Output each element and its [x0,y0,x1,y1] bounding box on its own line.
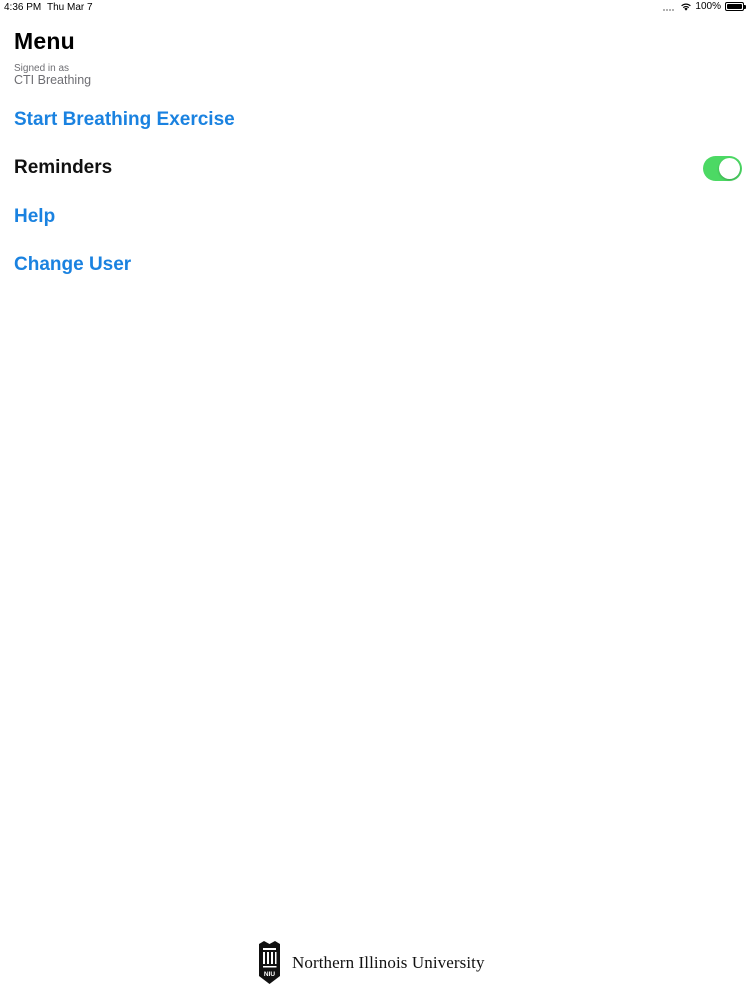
battery-icon [725,2,746,11]
university-name: Northern Illinois University [292,952,485,972]
status-date: Thu Mar 7 [47,2,93,13]
reminders-toggle[interactable] [703,156,742,181]
change-user-button[interactable]: Change User [14,254,131,276]
cellular-signal-icon [663,3,675,11]
battery-percentage: 100% [695,1,721,12]
status-indicators: 100% [663,1,746,12]
niu-seal-icon: NIU [259,941,280,984]
help-button[interactable]: Help [14,206,55,228]
start-breathing-exercise-button[interactable]: Start Breathing Exercise [14,109,235,131]
toggle-knob [719,158,740,179]
svg-text:NIU: NIU [264,971,276,978]
status-time: 4:36 PM [4,2,42,13]
reminders-label: Reminders [14,157,113,178]
signed-in-user-name: CTI Breathing [14,73,92,87]
status-bar: 4:36 PM Thu Mar 7 100% [0,0,750,16]
wifi-icon [681,3,692,11]
niu-logo: NIU Northern Illinois University [256,940,485,985]
page-title: Menu [14,28,75,54]
